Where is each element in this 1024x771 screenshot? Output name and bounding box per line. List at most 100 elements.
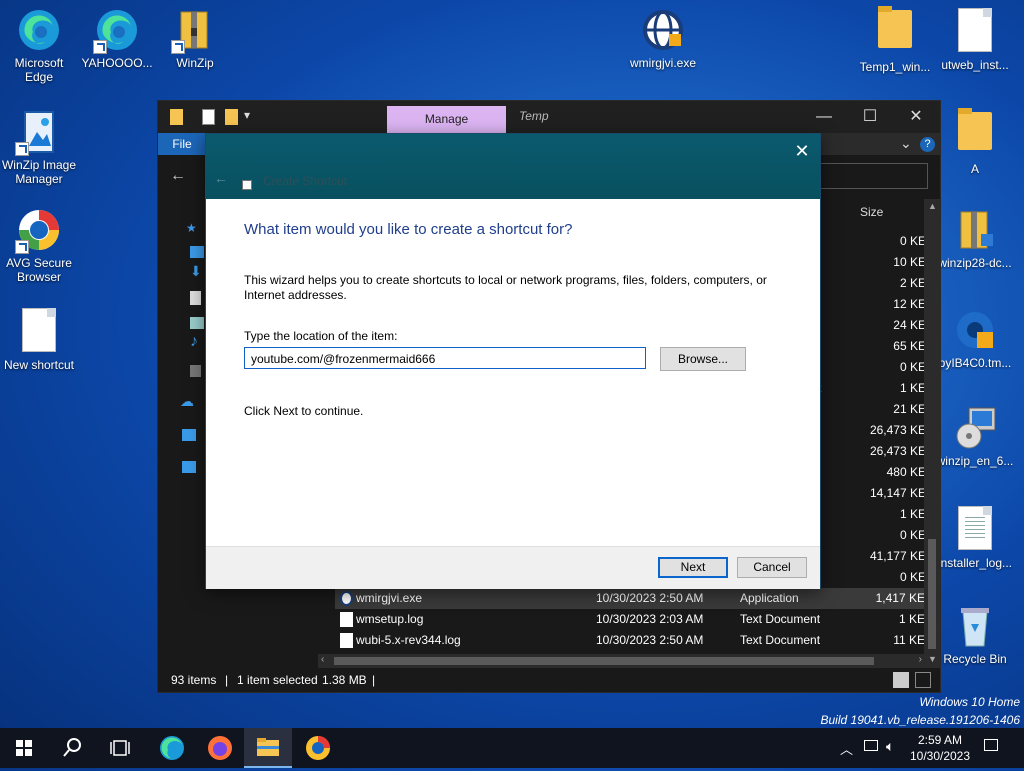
back-arrow-icon[interactable]: ←	[214, 170, 228, 186]
scroll-right-icon[interactable]: ›	[919, 654, 922, 665]
avg-icon	[15, 206, 63, 254]
taskbar-avg-browser-button[interactable]	[294, 728, 342, 768]
scroll-left-icon[interactable]: ‹	[321, 654, 324, 665]
next-button[interactable]: Next	[658, 557, 728, 578]
quick-access-dropdown-icon[interactable]: ▾	[244, 108, 250, 122]
recycle-bin-icon	[951, 602, 999, 650]
start-button[interactable]	[0, 728, 48, 768]
table-row[interactable]: wubi-5.x-rev344.log 10/30/2023 2:50 AM T…	[335, 630, 925, 651]
shortcut-icon	[242, 180, 252, 190]
explorer-title-bar[interactable]: ▾ Manage Temp — ☐ ✕	[158, 101, 940, 133]
status-divider: |	[225, 673, 229, 687]
document-icon	[15, 308, 63, 356]
size-cell: 41,177 KE	[869, 549, 926, 563]
setup-icon	[951, 404, 999, 452]
shortcut-arrow-icon	[15, 142, 29, 156]
desktop-icon-winzip-en[interactable]: winzip_en_6...	[936, 404, 1014, 468]
create-shortcut-dialog[interactable]: ✕ ← Create Shortcut What item would you …	[205, 133, 821, 589]
taskbar-edge-button[interactable]	[148, 728, 196, 768]
network-nav-icon[interactable]	[182, 461, 196, 473]
installer-icon	[951, 306, 999, 354]
new-folder-icon[interactable]	[225, 109, 238, 125]
onedrive-nav-icon[interactable]: ☁	[180, 393, 194, 410]
column-header-size[interactable]: Size	[860, 205, 883, 219]
pictures-nav-icon[interactable]	[190, 317, 204, 329]
file-date: 10/30/2023 2:03 AM	[596, 612, 704, 626]
maximize-button[interactable]: ☐	[847, 101, 893, 133]
search-box[interactable]	[818, 163, 928, 189]
file-size: 1 KE	[898, 612, 925, 626]
edge-icon	[160, 736, 184, 760]
scroll-down-icon[interactable]: ▼	[928, 654, 937, 664]
this-pc-nav-icon[interactable]	[182, 429, 196, 441]
firefox-icon	[208, 736, 232, 760]
desktop-icon-yahoo[interactable]: YAHOOOO...	[78, 6, 156, 70]
properties-icon[interactable]	[202, 109, 215, 125]
avg-icon	[306, 736, 330, 760]
close-icon[interactable]: ✕	[788, 138, 816, 164]
continue-text: Click Next to continue.	[244, 404, 364, 418]
desktop-icon-label: New shortcut	[3, 358, 75, 372]
shortcut-arrow-icon	[93, 40, 107, 54]
desktop-icon-recycle-bin[interactable]: Recycle Bin	[936, 602, 1014, 666]
large-icons-view-icon[interactable]	[915, 672, 931, 688]
details-view-icon[interactable]	[893, 672, 909, 688]
scrollbar-thumb[interactable]	[928, 539, 936, 649]
desktop-icon-avg[interactable]: AVG Secure Browser	[0, 206, 78, 284]
desktop-icon-temp1[interactable]: Temp1_win...	[856, 6, 934, 74]
desktop-icon-installer-log[interactable]: installer_log...	[936, 504, 1014, 570]
horizontal-scrollbar[interactable]: ‹ ›	[318, 654, 925, 668]
network-icon[interactable]	[864, 740, 878, 751]
help-icon[interactable]: ?	[920, 137, 935, 152]
downloads-nav-icon[interactable]: ⬇	[190, 263, 202, 280]
desktop-icon-new-shortcut[interactable]: New shortcut	[0, 306, 78, 372]
desktop-icon-pyib4c0[interactable]: pyIB4C0.tm...	[936, 306, 1014, 370]
size-cell: 0 KE	[899, 528, 926, 542]
table-row[interactable]: wmirgjvi.exe 10/30/2023 2:50 AM Applicat…	[335, 588, 925, 609]
file-date: 10/30/2023 2:50 AM	[596, 591, 704, 605]
show-hidden-icons-icon[interactable]: ︿	[840, 739, 853, 758]
scroll-up-icon[interactable]: ▲	[928, 201, 937, 211]
desktop-icon-winzip-image[interactable]: WinZip Image Manager	[0, 108, 78, 186]
task-view-button[interactable]	[96, 728, 144, 768]
status-divider: |	[372, 673, 376, 687]
close-button[interactable]: ✕	[893, 101, 939, 133]
music-nav-icon[interactable]: ♪	[190, 333, 198, 351]
folder-icon	[951, 108, 999, 160]
tab-manage[interactable]: Manage	[387, 106, 506, 133]
taskbar-file-explorer-button[interactable]	[244, 728, 292, 768]
chevron-down-icon[interactable]: ⌄	[900, 135, 912, 152]
table-row[interactable]: wmsetup.log 10/30/2023 2:03 AM Text Docu…	[335, 609, 925, 630]
minimize-button[interactable]: —	[801, 101, 847, 133]
scrollbar-thumb[interactable]	[334, 657, 874, 665]
star-icon[interactable]: ★	[186, 221, 197, 235]
desktop-icon-winzip28[interactable]: winzip28-dc...	[936, 206, 1014, 270]
volume-icon[interactable]: 🔈︎	[886, 738, 894, 755]
desktop-icon-winzip[interactable]: WinZip	[156, 6, 234, 70]
shortcut-arrow-icon	[15, 240, 29, 254]
desktop-nav-icon[interactable]	[190, 246, 204, 258]
videos-nav-icon[interactable]	[190, 365, 201, 377]
file-type: Text Document	[740, 633, 821, 647]
vertical-scrollbar[interactable]: ▲ ▼	[924, 199, 940, 668]
browse-button[interactable]: Browse...	[660, 347, 746, 371]
location-input[interactable]: youtube.com/@frozenmermaid666	[244, 347, 646, 369]
documents-nav-icon[interactable]	[190, 291, 201, 305]
search-button[interactable]	[48, 728, 96, 768]
tab-file[interactable]: File	[158, 133, 206, 155]
text-file-icon	[340, 612, 353, 627]
application-icon	[340, 591, 353, 606]
folder-icon	[170, 109, 183, 125]
desktop-icon-wmirgjvi[interactable]: wmirgjvi.exe	[624, 6, 702, 70]
taskbar-firefox-button[interactable]	[196, 728, 244, 768]
desktop-icon-label: utweb_inst...	[941, 58, 1009, 72]
desktop-icon-edge[interactable]: Microsoft Edge	[0, 6, 78, 84]
desktop-icon-a[interactable]: A	[936, 108, 1014, 176]
notification-icon[interactable]	[984, 739, 998, 751]
file-size: 1,417 KE	[875, 591, 925, 605]
back-arrow-icon[interactable]: ←	[170, 167, 186, 185]
desktop-icon-utweb[interactable]: utweb_inst...	[936, 6, 1014, 72]
system-clock[interactable]: 2:59 AM 10/30/2023	[905, 732, 975, 764]
folder-icon	[257, 738, 279, 756]
cancel-button[interactable]: Cancel	[737, 557, 807, 578]
